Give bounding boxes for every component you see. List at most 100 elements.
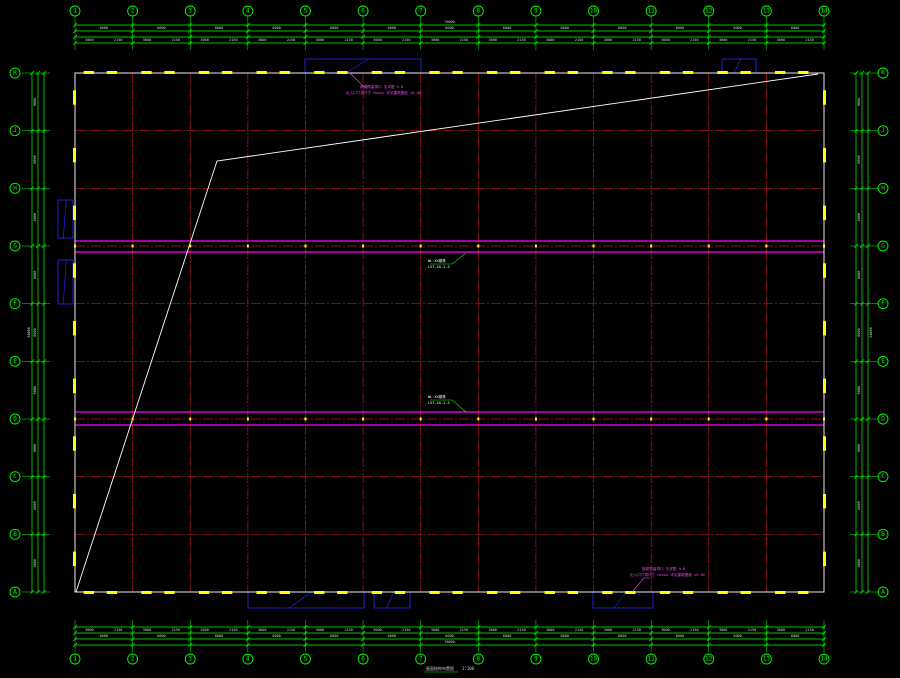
col-marker-top-7-0 xyxy=(486,71,498,74)
structural-plan-drawing: 11223344556677889910101111121213131414K K… xyxy=(0,0,900,678)
col-marker-top-2-1 xyxy=(221,71,233,74)
col-marker-bottom-7-0 xyxy=(486,591,498,594)
col-marker-right-6 xyxy=(823,436,826,451)
dim-top-overall: 76000 xyxy=(444,20,455,24)
axis-top-9-label: 9 xyxy=(534,8,538,15)
col-marker-top-8-0 xyxy=(544,71,555,74)
dim-left-seg-3: 6000 xyxy=(33,271,37,279)
axis-right-K-label: K xyxy=(881,70,885,77)
col-marker-top-11-1 xyxy=(740,71,751,74)
dim-top-sub-18: 3000 xyxy=(604,38,612,42)
dim-left-seg-6: 6000 xyxy=(33,444,37,452)
col-marker-bottom-6-0 xyxy=(429,591,440,594)
purlin-tag-1-9 xyxy=(592,417,595,421)
dim-top-sub-3: 2150 xyxy=(172,38,180,42)
purlin-tag-1-6 xyxy=(419,417,422,421)
col-marker-right-7 xyxy=(823,493,826,509)
axis-bottom-5-label: 5 xyxy=(304,656,308,663)
purlin-tag-1-5 xyxy=(362,417,365,421)
col-marker-left-0 xyxy=(73,90,76,105)
axis-top-11: 11 xyxy=(645,5,657,17)
purlin-tag-1-11 xyxy=(707,417,710,421)
col-marker-bottom-8-0 xyxy=(544,591,555,594)
axis-left-D: D xyxy=(9,413,21,425)
dim-bottom-sub-6: 3000 xyxy=(258,628,266,632)
col-marker-left-6 xyxy=(73,436,76,451)
col-marker-bottom-4-0 xyxy=(314,591,325,594)
dim-top-sub-8: 3000 xyxy=(316,38,324,42)
purlin-tag-0-8 xyxy=(534,244,537,248)
purlin-tag-0-0 xyxy=(74,244,76,248)
dim-right-seg-4: 6000 xyxy=(857,328,861,336)
axis-left-C-label: C xyxy=(13,473,17,480)
dim-top-sub-19: 2150 xyxy=(633,38,641,42)
dim-bottom-seg-2: 6000 xyxy=(215,634,223,638)
dim-left-seg-8: 6000 xyxy=(33,559,37,567)
axis-left-A-label: A xyxy=(13,589,17,596)
col-marker-bottom-3-0 xyxy=(256,591,267,594)
axis-right-J-label: J xyxy=(881,127,885,134)
axis-bottom-3-label: 3 xyxy=(188,656,192,663)
dim-right-seg-8: 6000 xyxy=(857,559,861,567)
axis-bottom-7-label: 7 xyxy=(419,656,423,663)
axis-top-3-label: 3 xyxy=(188,8,192,15)
dim-bottom-sub-17: 2150 xyxy=(575,628,583,632)
dim-bottom-seg-12: 6000 xyxy=(791,634,799,638)
dim-bottom-sub-8: 3000 xyxy=(316,628,324,632)
col-marker-bottom-11-0 xyxy=(717,591,728,594)
axis-bottom-3: 3 xyxy=(184,653,196,665)
dim-bottom-sub-3: 2150 xyxy=(172,628,180,632)
col-marker-left-4 xyxy=(73,320,76,336)
dim-top-seg-11: 6000 xyxy=(733,26,741,30)
dim-top-seg-12: 6000 xyxy=(791,26,799,30)
axis-bottom-8: 8 xyxy=(472,653,484,665)
axis-bottom-13-label: 13 xyxy=(763,656,771,663)
col-marker-left-3 xyxy=(73,263,76,278)
axis-bottom-7: 7 xyxy=(415,653,427,665)
axis-top-12-label: 12 xyxy=(705,8,713,15)
axis-right-C: C xyxy=(877,471,889,483)
dim-top-sub-24: 3000 xyxy=(777,38,785,42)
axis-right-D-label: D xyxy=(881,416,885,423)
axis-right-J: J xyxy=(877,125,889,137)
drawing-title: 屋面结构布置图 xyxy=(426,665,454,671)
col-marker-top-9-0 xyxy=(602,71,613,74)
dim-top-sub-16: 3000 xyxy=(546,38,554,42)
axis-left-K-label: K xyxy=(13,70,17,77)
purlin-tag-0-1 xyxy=(131,244,134,248)
axis-top-8-label: 8 xyxy=(476,8,480,15)
dim-top-seg-5: 6000 xyxy=(388,26,396,30)
col-marker-left-1 xyxy=(73,147,76,163)
col-marker-right-8 xyxy=(823,551,826,567)
purlin-tag-1-10 xyxy=(650,417,653,421)
note-top-door-2: 出入口门洞尺寸 Hxxxx 详见建筑图纸 ±0.00 xyxy=(346,90,421,95)
dim-right-seg-3: 6000 xyxy=(857,271,861,279)
col-marker-bottom-0-0 xyxy=(83,591,95,594)
col-marker-bottom-9-1 xyxy=(625,591,636,594)
purlin-tag-1-1 xyxy=(131,417,134,421)
dim-bottom-sub-9: 2150 xyxy=(344,628,352,632)
dim-bottom-seg-5: 6000 xyxy=(388,634,396,638)
col-marker-top-2-0 xyxy=(198,71,210,74)
dim-top-sub-21: 2150 xyxy=(690,38,698,42)
dim-bottom-sub-13: 2150 xyxy=(460,628,468,632)
axis-left-G-label: G xyxy=(13,243,17,250)
col-marker-top-4-1 xyxy=(337,71,348,74)
dim-bottom-sub-23: 2150 xyxy=(748,628,756,632)
purlin-tag-0-7 xyxy=(477,244,480,248)
col-marker-bottom-8-1 xyxy=(567,591,578,594)
axis-bottom-13: 13 xyxy=(760,653,772,665)
col-marker-bottom-2-0 xyxy=(198,591,210,594)
axis-right-E-label: E xyxy=(881,358,885,365)
drawing-background xyxy=(0,0,900,678)
axis-left-B-label: B xyxy=(13,531,17,538)
dim-top-sub-6: 3000 xyxy=(258,38,266,42)
col-marker-right-2 xyxy=(823,205,826,221)
axis-right-E: E xyxy=(877,355,889,367)
axis-left-G: G xyxy=(9,240,21,252)
dim-top-sub-13: 2150 xyxy=(460,38,468,42)
dim-top-sub-22: 3000 xyxy=(719,38,727,42)
axis-bottom-4-label: 4 xyxy=(246,656,250,663)
axis-bottom-2: 2 xyxy=(127,653,139,665)
axis-bottom-1: 1 xyxy=(69,653,81,665)
